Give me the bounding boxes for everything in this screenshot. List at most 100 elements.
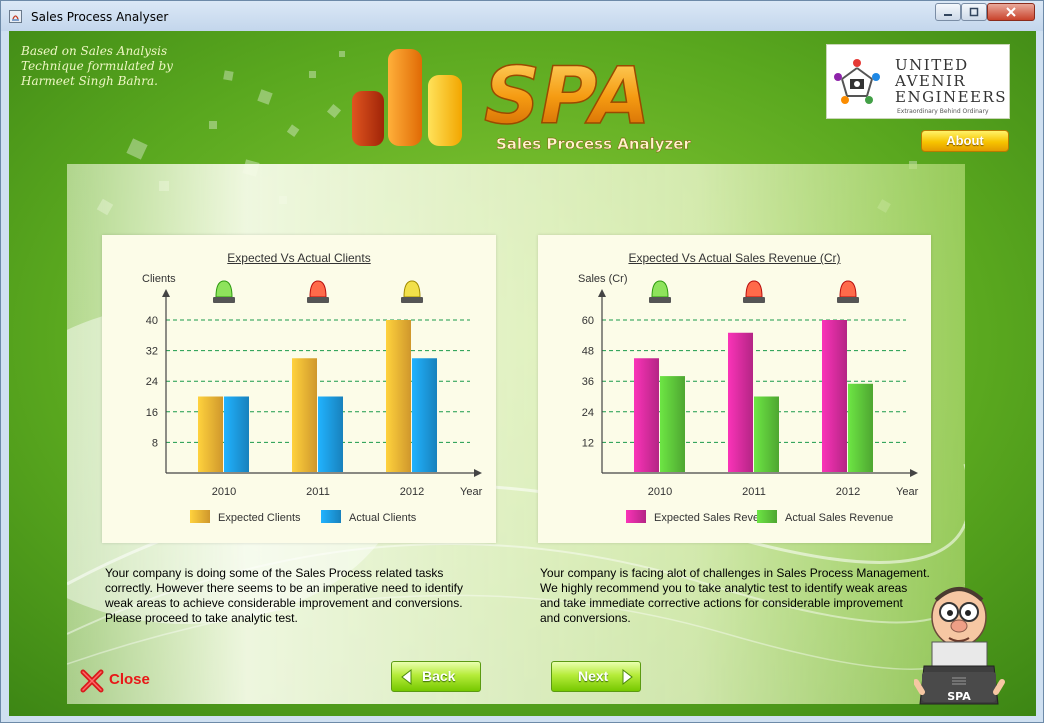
x-tick-label: 2010 (212, 486, 236, 498)
spa-tagline: Sales Process Analyzer (496, 135, 691, 153)
message-line: Please proceed to take analytic test. (105, 611, 298, 625)
spa-logo-text: SPA (484, 52, 651, 142)
status-light-icon (309, 280, 327, 298)
y-axis-label: Sales (Cr) (578, 273, 628, 285)
x-tick-label: 2011 (742, 486, 766, 498)
revenue-chart-canvas: 1224364860Sales (Cr)Year2010 2011 2012Expe… (578, 273, 919, 524)
y-tick-label: 40 (146, 315, 158, 327)
bar (198, 396, 223, 472)
title-bar[interactable]: Sales Process Analyser (1, 1, 1043, 31)
chart-title: Expected Vs Actual Clients (227, 251, 371, 265)
back-label: Back (422, 668, 456, 684)
bar (728, 332, 753, 472)
y-tick-label: 8 (152, 437, 158, 449)
message-line: Your company is facing alot of challenge… (540, 566, 930, 580)
java-app-icon (9, 10, 22, 23)
bar (318, 396, 343, 472)
status-light-icon (745, 280, 763, 298)
next-button[interactable]: Next (551, 661, 641, 692)
x-tick-label: 2011 (306, 486, 330, 498)
status-light-icon (839, 280, 857, 298)
logo-bar-red (352, 91, 384, 146)
window-title: Sales Process Analyser (31, 10, 169, 24)
revenue-message: Your company is facing alot of challenge… (540, 566, 940, 626)
y-axis-label: Clients (142, 273, 176, 285)
message-line: We highly recommend you to take analytic… (540, 581, 908, 595)
bar (848, 383, 873, 472)
y-axis-arrow (162, 289, 170, 297)
y-tick-label: 48 (582, 346, 594, 358)
clients-message: Your company is doing some of the Sales … (105, 566, 525, 626)
clients-chart: 8 16 24 32 40 Clients Year 2010 2011 2012 Expected… (102, 235, 496, 543)
credit-line: Based on Sales Analysis (21, 44, 168, 58)
status-light-icon (651, 280, 669, 298)
spa-logo: SPA Sales Process Analyzer (352, 49, 692, 153)
x-tick-label: 2012 (400, 486, 424, 498)
y-tick-label: 24 (582, 407, 594, 419)
close-x-icon (1006, 7, 1016, 17)
minimize-button[interactable] (935, 3, 961, 21)
close-button[interactable]: Close (79, 667, 164, 695)
x-axis-label: Year (896, 486, 919, 498)
logo-bar-yellow (428, 75, 462, 146)
legend-label: Actual Sales Revenue (785, 512, 893, 524)
y-tick-label: 24 (146, 376, 158, 388)
message-line: and conversions. (540, 611, 631, 625)
company-name-line: ENGINEERS (895, 88, 1007, 106)
status-light-icon (403, 280, 421, 298)
legend-label: Actual Clients (349, 512, 417, 524)
status-light-base (743, 297, 765, 303)
message-line: Your company is doing some of the Sales … (105, 566, 444, 580)
arrow-right-icon (622, 669, 633, 685)
x-tick-label: 2010 (648, 486, 672, 498)
credit-text: Based on Sales Analysis Technique formul… (21, 44, 221, 89)
chart-title: Expected Vs Actual Sales Revenue (Cr) (628, 251, 841, 265)
status-light-base (837, 297, 859, 303)
back-button[interactable]: Back (391, 661, 481, 692)
maximize-button[interactable] (961, 3, 987, 21)
arrow-left-icon (401, 669, 412, 685)
legend-swatch (626, 510, 646, 523)
message-line: correctly. However there seems to be an … (105, 581, 463, 595)
bar (822, 320, 847, 472)
logo-bar-orange (388, 49, 422, 146)
bar (386, 320, 411, 472)
x-axis-arrow (910, 469, 918, 477)
minimize-icon (944, 14, 952, 16)
y-tick-label: 60 (582, 315, 594, 327)
legend-label: Expected Clients (218, 512, 301, 524)
y-tick-label: 12 (582, 437, 594, 449)
next-label: Next (578, 668, 609, 684)
bar (412, 358, 437, 472)
company-logo-graphic: UNITED AVENIR ENGINEERS Extraordinary Be… (834, 56, 1007, 115)
status-light-base (213, 297, 235, 303)
status-light-icon (215, 280, 233, 298)
bar (224, 396, 249, 472)
y-tick-label: 32 (146, 346, 158, 358)
company-logo: UNITED AVENIR ENGINEERS Extraordinary Be… (826, 44, 1010, 119)
x-axis-arrow (474, 469, 482, 477)
mascot-label: SPA (947, 690, 971, 703)
window-close-button[interactable] (987, 3, 1035, 21)
y-axis-arrow (598, 289, 606, 297)
credit-line: Harmeet Singh Bahra. (21, 74, 158, 88)
about-button[interactable]: About (921, 130, 1009, 152)
client-area: Based on Sales Analysis Technique formul… (9, 31, 1036, 716)
y-tick-label: 36 (582, 376, 594, 388)
x-axis-label: Year (460, 486, 483, 498)
bar (292, 358, 317, 472)
spa-mascot: SPA (914, 587, 1005, 705)
message-line: and take immediate corrective actions fo… (540, 596, 903, 610)
maximize-icon (969, 7, 979, 17)
status-light-base (401, 297, 423, 303)
bar (754, 396, 779, 472)
red-x-icon (80, 669, 104, 693)
company-tagline: Extraordinary Behind Ordinary (897, 108, 989, 115)
status-light-base (307, 297, 329, 303)
close-label: Close (109, 671, 150, 688)
y-tick-label: 16 (146, 407, 158, 419)
bar (660, 376, 685, 472)
legend-swatch (321, 510, 341, 523)
status-light-base (649, 297, 671, 303)
bar (634, 358, 659, 472)
